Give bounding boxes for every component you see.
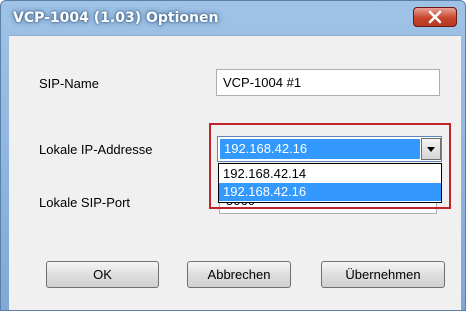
apply-button[interactable]: Übernehmen: [321, 261, 445, 288]
dropdown-option[interactable]: 192.168.42.14: [219, 165, 441, 183]
close-button[interactable]: [413, 7, 457, 27]
sip-name-label: SIP-Name: [39, 76, 99, 91]
close-icon: [428, 10, 442, 24]
options-dialog: VCP-1004 (1.03) Optionen SIP-Name VCP-10…: [0, 0, 466, 311]
dialog-body: SIP-Name VCP-1004 #1 Lokale IP-Addresse …: [9, 35, 461, 310]
local-sip-port-label: Lokale SIP-Port: [39, 195, 131, 210]
chevron-down-icon: [427, 147, 435, 152]
local-ip-selected-value: 192.168.42.16: [220, 139, 420, 159]
local-ip-label: Lokale IP-Addresse: [39, 142, 153, 157]
dropdown-button[interactable]: [421, 138, 441, 160]
window-title: VCP-1004 (1.03) Optionen: [13, 10, 219, 26]
local-ip-select[interactable]: 192.168.42.16: [217, 136, 442, 162]
sip-name-field[interactable]: VCP-1004 #1: [216, 69, 440, 96]
ok-button[interactable]: OK: [46, 261, 159, 288]
dropdown-option-selected[interactable]: 192.168.42.16: [219, 183, 441, 201]
cancel-button[interactable]: Abbrechen: [187, 261, 291, 288]
title-bar[interactable]: VCP-1004 (1.03) Optionen: [1, 1, 465, 35]
local-ip-dropdown-list: 192.168.42.14 192.168.42.16: [218, 163, 442, 203]
